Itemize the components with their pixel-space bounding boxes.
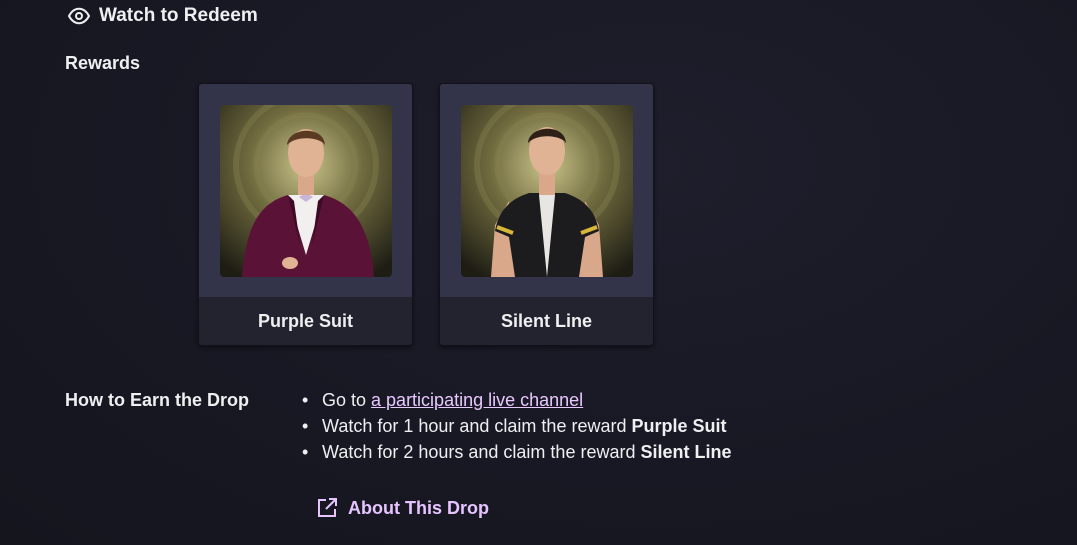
how-to-earn-steps: • Go to a participating live channel • W… bbox=[302, 389, 732, 467]
step-text: Watch for 1 hour and claim the reward bbox=[322, 416, 632, 436]
bullet: • bbox=[302, 390, 309, 410]
rewards-heading: Rewards bbox=[65, 53, 141, 73]
reward-card-purple-suit[interactable]: Purple Suit bbox=[198, 83, 413, 346]
reward-image-purple-suit bbox=[220, 105, 392, 277]
about-this-drop-link[interactable]: About This Drop bbox=[315, 496, 489, 520]
step-text: Go to bbox=[322, 390, 372, 410]
how-to-earn-heading: How to Earn the Drop bbox=[65, 390, 249, 410]
bullet: • bbox=[302, 416, 309, 436]
external-link-icon bbox=[315, 496, 339, 520]
list-item: • Watch for 2 hours and claim the reward… bbox=[302, 441, 732, 467]
bullet: • bbox=[302, 442, 309, 462]
reward-image-silent-line bbox=[461, 105, 633, 277]
reward-name: Purple Suit bbox=[199, 297, 412, 345]
reward-image-frame bbox=[199, 84, 412, 297]
reward-card-silent-line[interactable]: Silent Line bbox=[439, 83, 654, 346]
step-reward-name: Purple Suit bbox=[631, 416, 727, 436]
drop-details-panel: Watch to Redeem Rewards Purple Suit Sile… bbox=[0, 0, 1077, 545]
reward-image-frame bbox=[440, 84, 653, 297]
eye-icon bbox=[67, 7, 91, 25]
watch-to-redeem-label: Watch to Redeem bbox=[99, 5, 258, 26]
participating-channel-link[interactable]: a participating live channel bbox=[371, 389, 583, 415]
list-item: • Watch for 1 hour and claim the reward … bbox=[302, 415, 732, 441]
about-this-drop-label: About This Drop bbox=[348, 497, 489, 518]
step-text: Watch for 2 hours and claim the reward bbox=[322, 442, 641, 462]
list-item: • Go to a participating live channel bbox=[302, 389, 732, 415]
reward-name: Silent Line bbox=[440, 297, 653, 345]
watch-to-redeem: Watch to Redeem bbox=[67, 5, 258, 27]
step-reward-name: Silent Line bbox=[640, 442, 732, 462]
